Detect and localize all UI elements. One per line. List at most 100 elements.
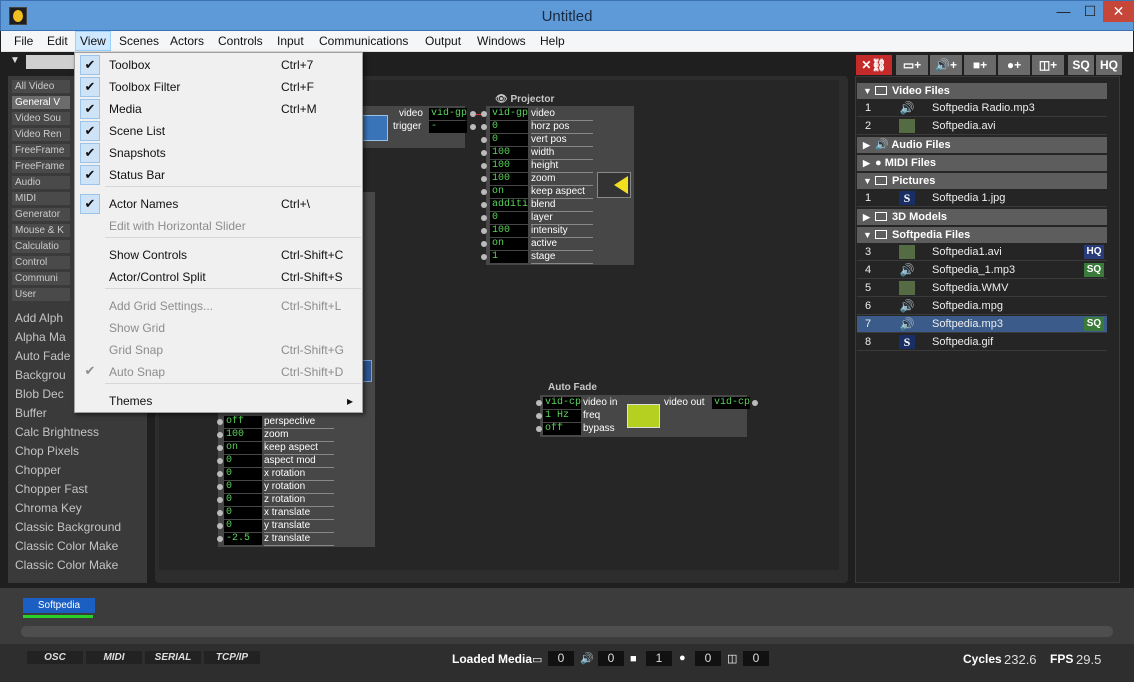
output-value[interactable]: vid-cpu [712,397,750,409]
input-port[interactable] [536,413,542,419]
actor-list-item[interactable]: Alpha Ma [15,330,66,344]
menu-file[interactable]: File [10,31,37,51]
param-value[interactable]: 0 [490,134,528,146]
serial-indicator[interactable]: SERIAL [145,651,201,664]
hq-button[interactable]: HQ [1096,55,1122,75]
category-item[interactable]: General V [12,96,70,109]
input-port[interactable] [481,137,487,143]
scene-tab[interactable]: Softpedia [23,598,95,613]
osc-indicator[interactable]: OSC [27,651,83,664]
menu-view[interactable]: View [75,31,111,51]
input-port[interactable] [481,189,487,195]
add-picture-button[interactable]: ■+ [964,55,996,75]
param-value[interactable]: -2.5 [224,533,262,545]
param-value[interactable]: on [490,238,528,250]
menu-item-show-controls[interactable]: Show Controls Ctrl-Shift+C [77,244,361,266]
input-port[interactable] [481,228,487,234]
input-port[interactable] [217,419,223,425]
menu-item-actor-names[interactable]: ✔ Actor Names Ctrl+\ [77,193,361,215]
media-row[interactable]: 7 🔊 Softpedia.mp3 SQ [857,316,1107,333]
menu-item-toolbox[interactable]: ✔ Toolbox Ctrl+7 [77,54,361,76]
input-port[interactable] [481,124,487,130]
output-port[interactable] [470,124,476,130]
close-button[interactable]: ✕ [1103,1,1134,22]
media-row[interactable]: 2 Softpedia.avi [857,118,1107,135]
category-item[interactable]: FreeFrame [12,160,70,173]
category-item[interactable]: Video Sou [12,112,70,125]
input-port[interactable] [217,497,223,503]
menu-item-themes[interactable]: Themes ▸ [77,390,361,412]
menu-item-status-bar[interactable]: ✔ Status Bar [77,164,361,186]
param-value[interactable]: 100 [224,429,262,441]
param-value[interactable]: vid-cpu [543,397,581,409]
filter-dropdown-icon[interactable]: ▼ [10,55,24,69]
menu-controls[interactable]: Controls [214,31,267,51]
add-audio-button[interactable]: 🔊+ [930,55,962,75]
input-port[interactable] [217,471,223,477]
add-video-button[interactable]: ▭+ [896,55,928,75]
sq-badge[interactable]: SQ [1084,317,1104,331]
category-item[interactable]: Video Ren [12,128,70,141]
input-port[interactable] [536,426,542,432]
section-softpedia-files[interactable]: ▼ Softpedia Files [857,227,1107,243]
media-row[interactable]: 5 Softpedia.WMV [857,280,1107,297]
output-port[interactable] [752,400,758,406]
param-value[interactable]: 100 [490,173,528,185]
hq-badge[interactable]: HQ [1084,245,1104,259]
category-item[interactable]: Mouse & K [12,224,70,237]
actor-list-item[interactable]: Blob Dec [15,387,64,401]
param-value[interactable]: 1 [490,251,528,263]
section-audio-files[interactable]: ▶ 🔊 Audio Files [857,137,1107,153]
media-row[interactable]: 4 🔊 Softpedia_1.mp3 SQ [857,262,1107,279]
param-value[interactable]: 100 [490,225,528,237]
input-port[interactable] [217,432,223,438]
menu-actors[interactable]: Actors [166,31,208,51]
param-value[interactable]: on [490,186,528,198]
section-video-files[interactable]: ▼ Video Files [857,83,1107,99]
menu-item-snapshots[interactable]: ✔ Snapshots [77,142,361,164]
param-value[interactable]: 0 [490,121,528,133]
param-value[interactable]: off [543,423,581,435]
param-value[interactable]: 100 [490,160,528,172]
param-value[interactable]: additive [490,199,528,211]
menu-windows[interactable]: Windows [473,31,530,51]
param-value[interactable]: on [224,442,262,454]
actor-list-item[interactable]: Chroma Key [15,501,82,515]
menu-communications[interactable]: Communications [315,31,412,51]
category-item[interactable]: MIDI [12,192,70,205]
menu-item-actor-control-split[interactable]: Actor/Control Split Ctrl-Shift+S [77,266,361,288]
category-item[interactable]: Communi [12,272,70,285]
section-3d-models[interactable]: ▶ 3D Models [857,209,1107,225]
actor-list-item[interactable]: Chopper Fast [15,482,88,496]
param-value[interactable]: 1 Hz [543,410,581,422]
actor-list-item[interactable]: Buffer [15,406,47,420]
actor-list-item[interactable]: Classic Color Make [15,558,118,572]
actor-list-item[interactable]: Add Alph [15,311,63,325]
input-port[interactable] [481,202,487,208]
section-pictures[interactable]: ▼ Pictures [857,173,1107,189]
actor-list-item[interactable]: Backgrou [15,368,66,382]
actor-list-item[interactable]: Calc Brightness [15,425,99,439]
minimize-button[interactable]: — [1050,1,1077,22]
input-port[interactable] [536,400,542,406]
param-value[interactable]: off [224,416,262,428]
midi-indicator[interactable]: MIDI [86,651,142,664]
input-port[interactable] [217,458,223,464]
param-value[interactable]: 100 [490,147,528,159]
input-port[interactable] [217,523,223,529]
category-item[interactable]: User [12,288,70,301]
category-item[interactable]: All Video [12,80,70,93]
input-port[interactable] [481,163,487,169]
add-midi-button[interactable]: ●+ [998,55,1030,75]
media-row[interactable]: 3 Softpedia1.avi HQ [857,244,1107,261]
input-port[interactable] [217,484,223,490]
category-item[interactable]: Audio [12,176,70,189]
category-item[interactable]: Generator [12,208,70,221]
eye-icon[interactable]: 👁 [495,94,508,105]
media-row[interactable]: 1 🔊 Softpedia Radio.mp3 [857,100,1107,117]
menu-edit[interactable]: Edit [43,31,72,51]
category-item[interactable]: Control [12,256,70,269]
actor-list-item[interactable]: Classic Color Make [15,539,118,553]
input-port[interactable] [481,111,487,117]
input-port[interactable] [481,254,487,260]
